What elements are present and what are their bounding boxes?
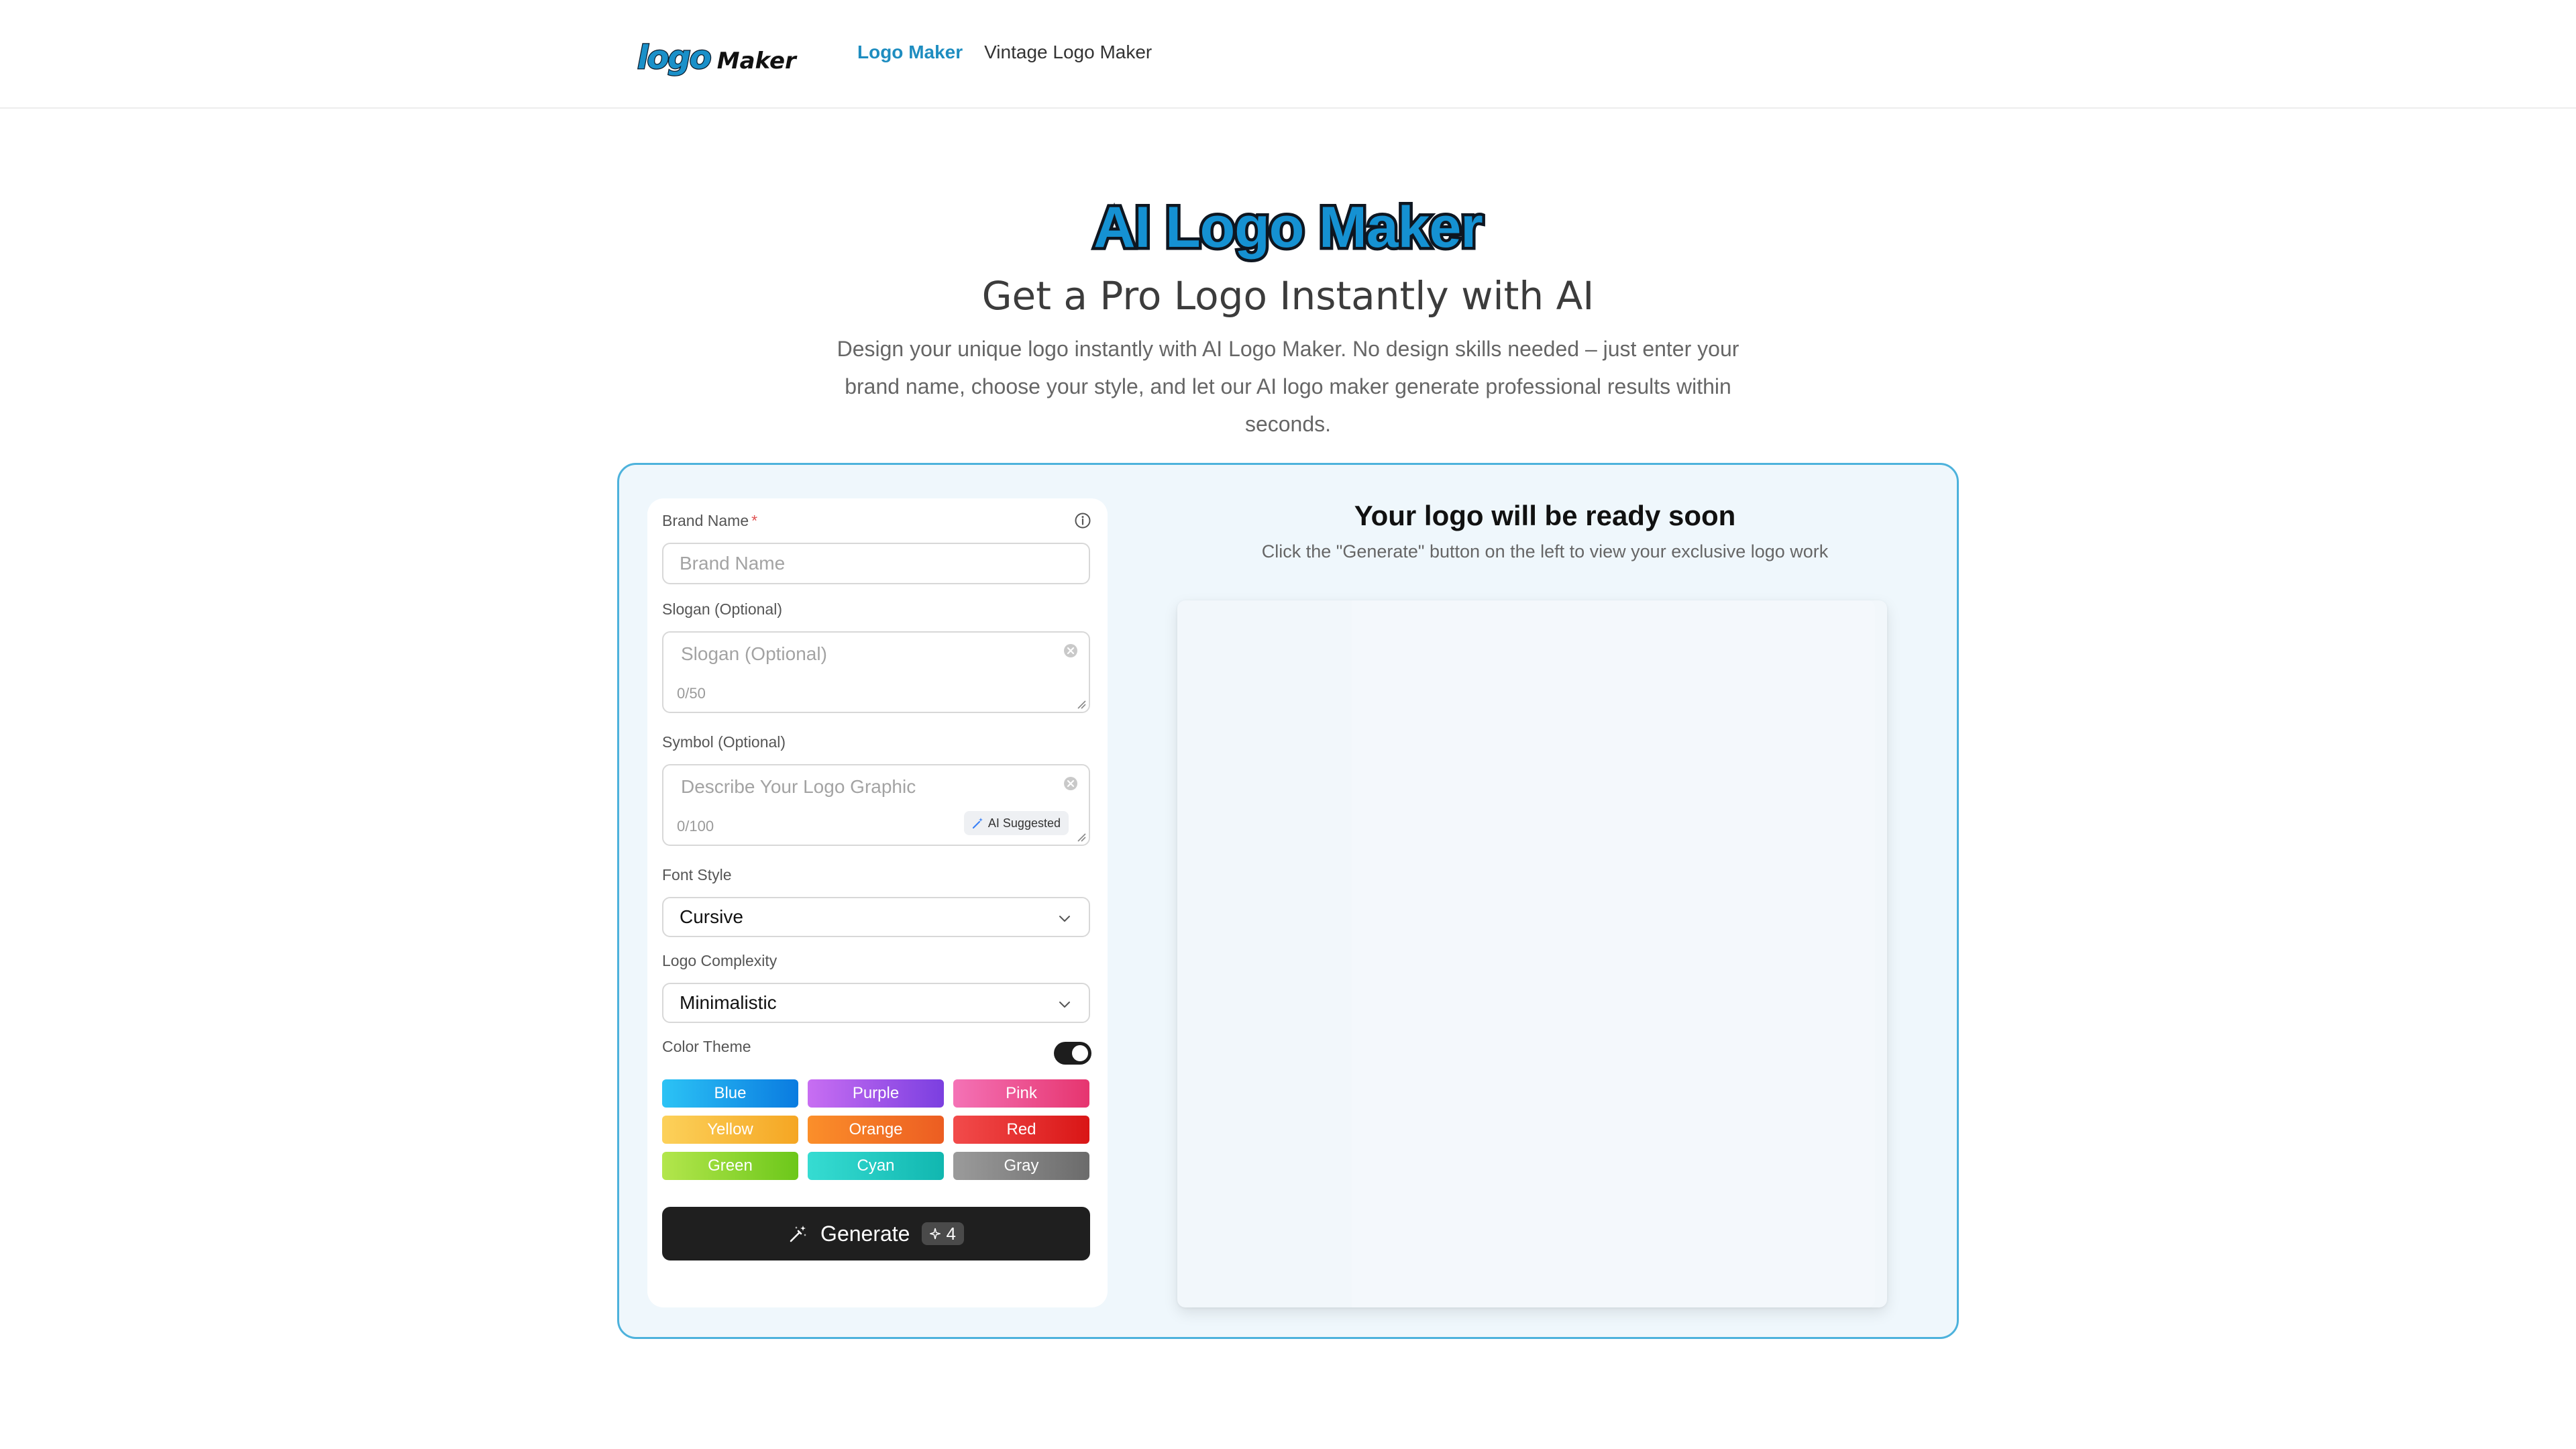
color-swatch-yellow[interactable]: Yellow bbox=[662, 1116, 798, 1144]
ai-suggested-label: AI Suggested bbox=[987, 816, 1061, 830]
required-mark: * bbox=[751, 512, 758, 529]
preview-placeholder bbox=[1352, 600, 1875, 1307]
symbol-char-counter: 0/100 bbox=[677, 818, 714, 835]
nav-logo-maker[interactable]: Logo Maker bbox=[857, 42, 963, 63]
preview-subtitle: Click the "Generate" button on the left … bbox=[1261, 541, 1829, 561]
font-style-select[interactable]: Cursive bbox=[662, 897, 1090, 937]
symbol-field: 0/100 AI Suggested bbox=[662, 764, 1090, 846]
hero-subtitle: Get a Pro Logo Instantly with AI bbox=[981, 273, 1595, 319]
color-swatch-gray[interactable]: Gray bbox=[953, 1152, 1089, 1180]
clear-icon[interactable] bbox=[1062, 775, 1079, 792]
slogan-char-counter: 0/50 bbox=[677, 685, 706, 702]
font-style-value: Cursive bbox=[680, 906, 743, 927]
brand-name-label: Brand Name * bbox=[662, 512, 757, 530]
credits-count: 4 bbox=[946, 1223, 956, 1244]
symbol-label: Symbol (Optional) bbox=[662, 733, 786, 751]
main-nav: Logo Maker Vintage Logo Maker bbox=[857, 42, 1152, 63]
magic-wand-icon bbox=[790, 1226, 807, 1242]
color-swatch-purple[interactable]: Purple bbox=[808, 1079, 944, 1108]
color-swatch-cyan[interactable]: Cyan bbox=[808, 1152, 944, 1180]
color-swatch-red[interactable]: Red bbox=[953, 1116, 1089, 1144]
brand-name-input[interactable] bbox=[662, 543, 1090, 584]
slogan-input[interactable] bbox=[663, 633, 1089, 712]
site-logo[interactable]: logo Maker bbox=[637, 34, 796, 76]
resize-grip-icon[interactable] bbox=[1075, 698, 1086, 709]
ai-suggested-button[interactable]: AI Suggested bbox=[963, 811, 1069, 835]
chevron-down-icon bbox=[1059, 1002, 1070, 1008]
color-swatch-orange[interactable]: Orange bbox=[808, 1116, 944, 1144]
clear-icon[interactable] bbox=[1062, 642, 1079, 659]
brand-logo-word: logo bbox=[637, 39, 712, 76]
magic-wand-icon bbox=[972, 818, 983, 829]
nav-vintage-logo-maker[interactable]: Vintage Logo Maker bbox=[984, 42, 1152, 63]
complexity-value: Minimalistic bbox=[680, 992, 777, 1013]
brand-maker-text: Maker bbox=[716, 48, 796, 74]
slogan-label: Slogan (Optional) bbox=[662, 600, 782, 618]
generate-button[interactable]: Generate 4 bbox=[662, 1207, 1090, 1260]
toggle-knob bbox=[1072, 1045, 1088, 1061]
hero-description: Design your unique logo instantly with A… bbox=[837, 337, 1739, 436]
info-icon[interactable] bbox=[1074, 512, 1091, 529]
chevron-down-icon bbox=[1059, 916, 1070, 922]
credits-badge: 4 bbox=[922, 1222, 964, 1245]
generate-label: Generate bbox=[820, 1221, 910, 1246]
color-swatch-pink[interactable]: Pink bbox=[953, 1079, 1089, 1108]
resize-grip-icon[interactable] bbox=[1075, 831, 1086, 842]
slogan-field: 0/50 bbox=[662, 631, 1090, 713]
site-header: logo Maker Logo Maker Vintage Logo Maker bbox=[0, 0, 2576, 109]
sparkle-icon bbox=[930, 1228, 941, 1240]
generator-panel: Brand Name* Slogan (Optional) 0/50 Symbo… bbox=[617, 463, 1959, 1339]
preview-title: Your logo will be ready soon bbox=[1354, 500, 1736, 531]
color-theme-label: Color Theme bbox=[662, 1038, 751, 1055]
complexity-select[interactable]: Minimalistic bbox=[662, 983, 1090, 1023]
font-style-label: Font Style bbox=[662, 866, 732, 883]
logo-preview-area bbox=[1177, 600, 1887, 1307]
color-swatch-blue[interactable]: Blue bbox=[662, 1079, 798, 1108]
color-swatch-green[interactable]: Green bbox=[662, 1152, 798, 1180]
hero-title: AI Logo Maker bbox=[1091, 195, 1487, 260]
color-swatch-grid: Blue Purple Pink Yellow Orange Red Green Cyan Gr… bbox=[662, 1079, 1090, 1180]
complexity-label: Logo Complexity bbox=[662, 952, 777, 969]
logo-form: Brand Name* Slogan (Optional) 0/50 Symbo… bbox=[647, 498, 1108, 1307]
brand-name-label-text: Brand Name bbox=[662, 512, 749, 529]
color-theme-toggle[interactable] bbox=[1054, 1042, 1091, 1065]
